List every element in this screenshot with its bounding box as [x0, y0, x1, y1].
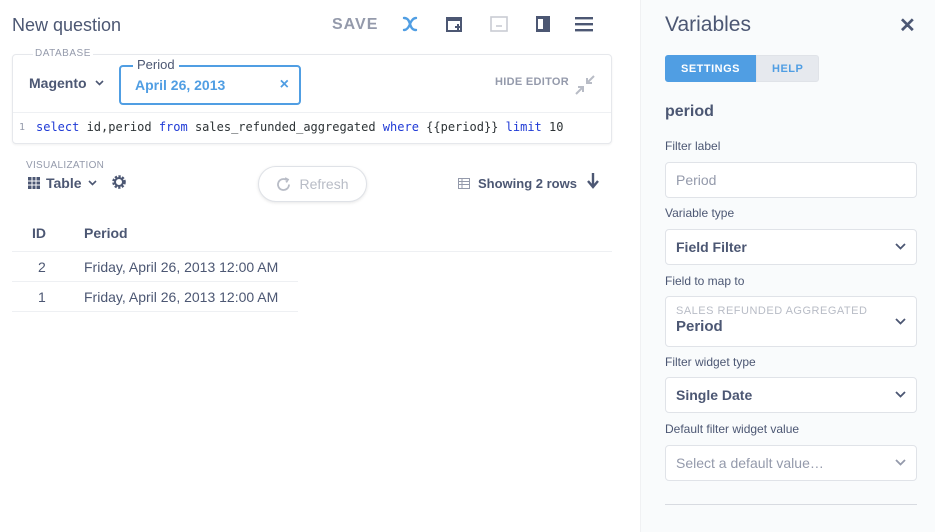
table-cell-period: Friday, April 26, 2013 12:00 AM	[84, 259, 279, 275]
table-cell-period: Friday, April 26, 2013 12:00 AM	[84, 289, 279, 305]
table-row: 1 Friday, April 26, 2013 12:00 AM	[12, 282, 298, 312]
sql-keyword: limit	[498, 120, 542, 134]
line-number: 1	[19, 122, 26, 133]
row-count-text: Showing 2 rows	[478, 176, 577, 191]
database-label: DATABASE	[33, 48, 93, 59]
filter-label-input[interactable]: Period	[665, 162, 917, 198]
divider	[665, 504, 917, 505]
refresh-button[interactable]: Refresh	[258, 166, 367, 202]
sql-code-area[interactable]: 1 select id,period from sales_refunded_a…	[13, 112, 611, 143]
sql-editor-card: DATABASE Magento Period April 26, 2013 ×…	[12, 48, 612, 144]
field-map-field: Period	[676, 318, 723, 335]
variable-type-title: Variable type	[665, 206, 735, 220]
widget-type-select[interactable]: Single Date	[665, 377, 917, 413]
database-select[interactable]: Magento	[29, 75, 104, 91]
chevron-down-icon	[895, 459, 906, 466]
sql-keyword: select	[36, 120, 80, 134]
menu-icon[interactable]	[572, 12, 596, 36]
sql-code: select id,period from sales_refunded_agg…	[36, 120, 563, 134]
variables-sidebar: Variables ✕ SETTINGS HELP period Filter …	[640, 0, 935, 532]
chevron-down-icon	[895, 243, 906, 250]
embed-icon[interactable]	[487, 12, 511, 36]
sql-text: id,period	[79, 120, 152, 134]
field-map-title: Field to map to	[665, 274, 745, 288]
visualization-type: Table	[46, 175, 82, 191]
filter-label-title: Filter label	[665, 139, 721, 153]
period-filter-label: Period	[133, 57, 179, 72]
filter-label-placeholder: Period	[676, 172, 717, 188]
results-table: ID Period 2 Friday, April 26, 2013 12:00…	[12, 218, 612, 312]
row-count: Showing 2 rows	[458, 176, 577, 191]
table-icon	[458, 178, 470, 189]
refresh-icon	[277, 176, 291, 191]
column-header-id[interactable]: ID	[32, 225, 46, 241]
hide-editor-button[interactable]: HIDE EDITOR	[495, 76, 569, 88]
refresh-label: Refresh	[299, 176, 349, 192]
default-value-placeholder: Select a default value…	[676, 455, 824, 471]
sql-text: {{period}}	[418, 120, 499, 134]
tab-help[interactable]: HELP	[756, 55, 820, 82]
save-button[interactable]: SAVE	[332, 16, 378, 34]
column-header-period[interactable]: Period	[84, 225, 128, 241]
notebook-icon[interactable]	[531, 12, 555, 36]
clear-icon[interactable]: ×	[280, 76, 289, 94]
sidebar-title: Variables	[665, 13, 751, 36]
field-map-select[interactable]: SALES REFUNDED AGGREGATED Period	[665, 296, 917, 347]
close-icon[interactable]: ✕	[899, 13, 916, 38]
table-cell-id: 1	[38, 289, 46, 305]
add-to-dashboard-icon[interactable]	[443, 12, 467, 36]
visualization-select[interactable]: Table	[28, 175, 97, 191]
table-icon	[28, 177, 40, 189]
default-value-select[interactable]: Select a default value…	[665, 445, 917, 481]
period-filter-value: April 26, 2013	[135, 77, 226, 93]
variable-type-select[interactable]: Field Filter	[665, 229, 917, 265]
chevron-down-icon	[87, 180, 97, 186]
sql-text: sales_refunded_aggregated	[187, 120, 376, 134]
variable-type-value: Field Filter	[676, 239, 747, 255]
period-filter-widget[interactable]: Period April 26, 2013 ×	[119, 57, 301, 105]
query-editor-main: New question SAVE DATABASE Magento Perio…	[0, 0, 640, 532]
page-title: New question	[12, 15, 122, 35]
collapse-icon[interactable]	[573, 73, 597, 97]
sql-text: 10	[541, 120, 564, 134]
variable-x-icon[interactable]	[398, 12, 422, 36]
field-map-table: SALES REFUNDED AGGREGATED	[676, 305, 868, 317]
table-row: 2 Friday, April 26, 2013 12:00 AM	[12, 252, 298, 282]
widget-type-value: Single Date	[676, 387, 753, 403]
sidebar-tabs: SETTINGS HELP	[665, 55, 820, 82]
gear-icon[interactable]	[110, 173, 130, 193]
database-value: Magento	[29, 75, 87, 91]
table-cell-id: 2	[38, 259, 46, 275]
visualization-label: VISUALIZATION	[26, 160, 105, 171]
chevron-down-icon	[94, 80, 104, 86]
variable-name: period	[665, 103, 714, 120]
table-header-row: ID Period	[12, 218, 612, 252]
download-icon[interactable]	[586, 172, 606, 194]
widget-type-title: Filter widget type	[665, 355, 756, 369]
chevron-down-icon	[895, 391, 906, 398]
sql-keyword: from	[151, 120, 188, 134]
sql-keyword: where	[375, 120, 419, 134]
default-value-title: Default filter widget value	[665, 422, 800, 436]
chevron-down-icon	[895, 317, 906, 325]
tab-settings[interactable]: SETTINGS	[665, 55, 757, 82]
